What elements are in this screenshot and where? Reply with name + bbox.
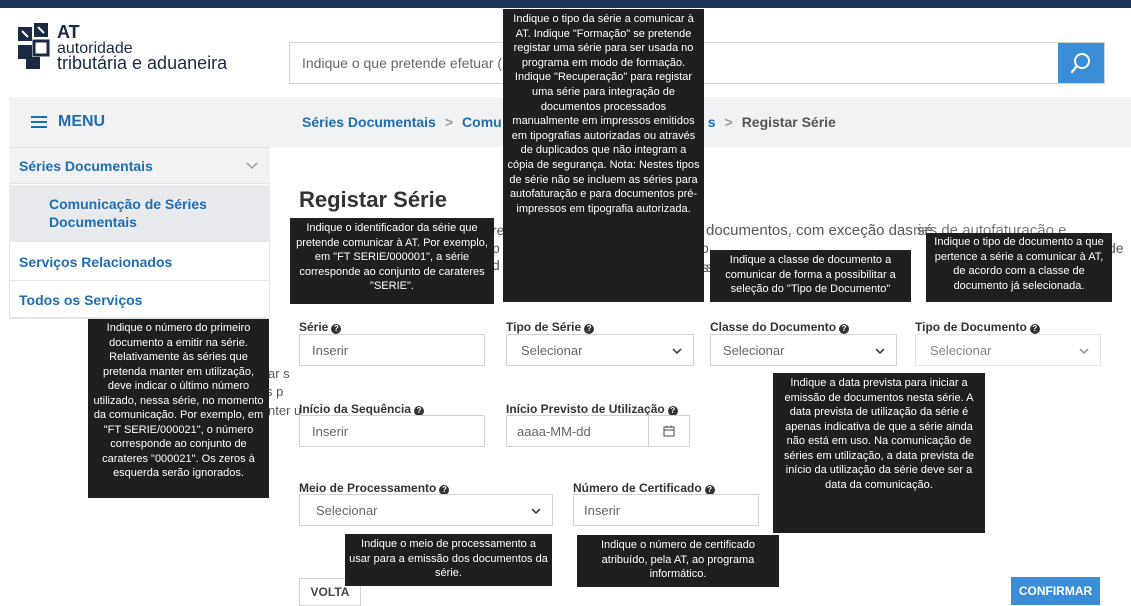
sidebar-item-label: Séries Documentais bbox=[19, 157, 153, 174]
sidebar-item-comunicacao-series[interactable]: Comunicação de Séries Documentais bbox=[9, 185, 270, 242]
breadcrumb-separator: > bbox=[724, 114, 733, 130]
serie-input[interactable] bbox=[312, 342, 484, 358]
classe-label-text: Classe do Documento bbox=[710, 320, 837, 334]
calendar-button[interactable] bbox=[648, 416, 689, 446]
tipo-serie-label-text: Tipo de Série bbox=[506, 320, 582, 334]
meio-label: Meio de Processamento? bbox=[299, 481, 450, 495]
breadcrumb-current: Registar Série bbox=[741, 114, 836, 130]
tipo-serie-value: Selecionar bbox=[521, 342, 583, 358]
inicio-prev-label: Início Previsto de Utilização? bbox=[506, 402, 678, 416]
breadcrumb-fragment[interactable]: s bbox=[708, 114, 716, 130]
certificado-input[interactable] bbox=[584, 502, 758, 518]
at-logo-icon bbox=[18, 23, 50, 69]
inicio-seq-label: Início da Sequência? bbox=[299, 402, 425, 416]
tooltip-classe: Indique a classe de documento a comunica… bbox=[710, 250, 911, 302]
help-icon[interactable]: ? bbox=[584, 324, 595, 334]
certificado-label: Número de Certificado? bbox=[573, 481, 715, 495]
chevron-down-icon bbox=[531, 508, 541, 515]
tipo-doc-value: Selecionar bbox=[930, 342, 992, 358]
at-logo[interactable]: AT autoridade tributária e aduaneira bbox=[16, 21, 246, 85]
intro-text-fragment: documentos, com exceção das sé bbox=[706, 222, 933, 239]
meio-value: Selecionar bbox=[316, 502, 378, 518]
sidebar-item-todos-servicos[interactable]: Todos os Serviços bbox=[9, 282, 270, 318]
sidebar-item-label: Comunicação de Séries Documentais bbox=[49, 196, 207, 230]
tooltip-meio: Indique o meio de processamento a usar p… bbox=[345, 534, 552, 586]
inicio-prev-label-text: Início Previsto de Utilização bbox=[506, 402, 665, 416]
certificado-label-text: Número de Certificado bbox=[573, 481, 702, 495]
inicio-seq-label-text: Início da Sequência bbox=[299, 402, 412, 416]
classe-label: Classe do Documento? bbox=[710, 320, 850, 334]
breadcrumb-series-documentais[interactable]: Séries Documentais bbox=[302, 114, 436, 130]
sidebar-item-label: Serviços Relacionados bbox=[19, 253, 173, 270]
brand-line-3: tributária e aduaneira bbox=[57, 53, 228, 73]
help-icon[interactable]: ? bbox=[1029, 324, 1040, 334]
inicio-seq-input[interactable] bbox=[312, 423, 484, 439]
menu-toggle[interactable]: MENU bbox=[9, 97, 270, 148]
top-bar bbox=[0, 0, 1131, 8]
tooltip-tipo-serie: Indique o tipo da série a comunicar à AT… bbox=[503, 9, 704, 302]
page-title: Registar Série bbox=[299, 187, 447, 212]
inicio-prev-input-wrap bbox=[506, 415, 690, 447]
classe-select[interactable]: Selecionar bbox=[710, 334, 897, 366]
classe-value: Selecionar bbox=[723, 342, 785, 358]
serie-input-wrap bbox=[299, 334, 485, 366]
tipo-doc-select[interactable]: Selecionar bbox=[915, 334, 1101, 366]
inicio-prev-input[interactable] bbox=[517, 423, 637, 439]
help-icon[interactable]: ? bbox=[839, 324, 850, 334]
help-icon[interactable]: ? bbox=[331, 324, 342, 334]
chevron-down-icon bbox=[1079, 348, 1089, 355]
menu-label: MENU bbox=[58, 113, 106, 130]
search-button[interactable] bbox=[1058, 43, 1104, 83]
search-icon bbox=[1070, 53, 1090, 74]
serie-label: Série? bbox=[299, 320, 342, 334]
hamburger-icon bbox=[31, 113, 47, 131]
tipo-doc-label: Tipo de Documento? bbox=[915, 320, 1040, 334]
sidebar-item-label: Todos os Serviços bbox=[19, 291, 143, 308]
breadcrumb-separator: > bbox=[444, 114, 454, 130]
tooltip-certificado: Indique o número de certificado atribuíd… bbox=[577, 535, 779, 587]
brand-short: AT bbox=[57, 22, 80, 42]
chevron-down-icon bbox=[672, 348, 682, 355]
breadcrumb-comunicacao[interactable]: Comu bbox=[462, 114, 502, 130]
calendar-icon bbox=[663, 425, 675, 437]
tipo-serie-label: Tipo de Série? bbox=[506, 320, 595, 334]
meio-label-text: Meio de Processamento bbox=[299, 481, 437, 495]
serie-label-text: Série bbox=[299, 320, 329, 334]
meio-select[interactable]: Selecionar bbox=[299, 494, 553, 526]
sidebar-item-series-documentais[interactable]: Séries Documentais bbox=[9, 148, 270, 184]
tooltip-tipo-doc: Indique o tipo de documento a que perten… bbox=[926, 233, 1112, 302]
intro-text-fragment: ar s bbox=[268, 366, 290, 381]
chevron-down-icon bbox=[246, 161, 258, 169]
tooltip-serie: Indique o identificador da série que pre… bbox=[290, 218, 494, 304]
certificado-input-wrap bbox=[573, 494, 759, 526]
sidebar-item-servicos-relacionados[interactable]: Serviços Relacionados bbox=[9, 243, 270, 281]
tipo-doc-label-text: Tipo de Documento bbox=[915, 320, 1027, 334]
tipo-serie-select[interactable]: Selecionar bbox=[506, 334, 694, 366]
tooltip-inicio-seq: Indique o número do primeiro documento a… bbox=[88, 319, 269, 498]
chevron-down-icon bbox=[875, 348, 885, 355]
inicio-seq-input-wrap bbox=[299, 415, 485, 447]
tooltip-inicio-prev: Indique a data prevista para iniciar a e… bbox=[773, 373, 985, 533]
intro-text-fragment: nter u bbox=[268, 403, 302, 418]
